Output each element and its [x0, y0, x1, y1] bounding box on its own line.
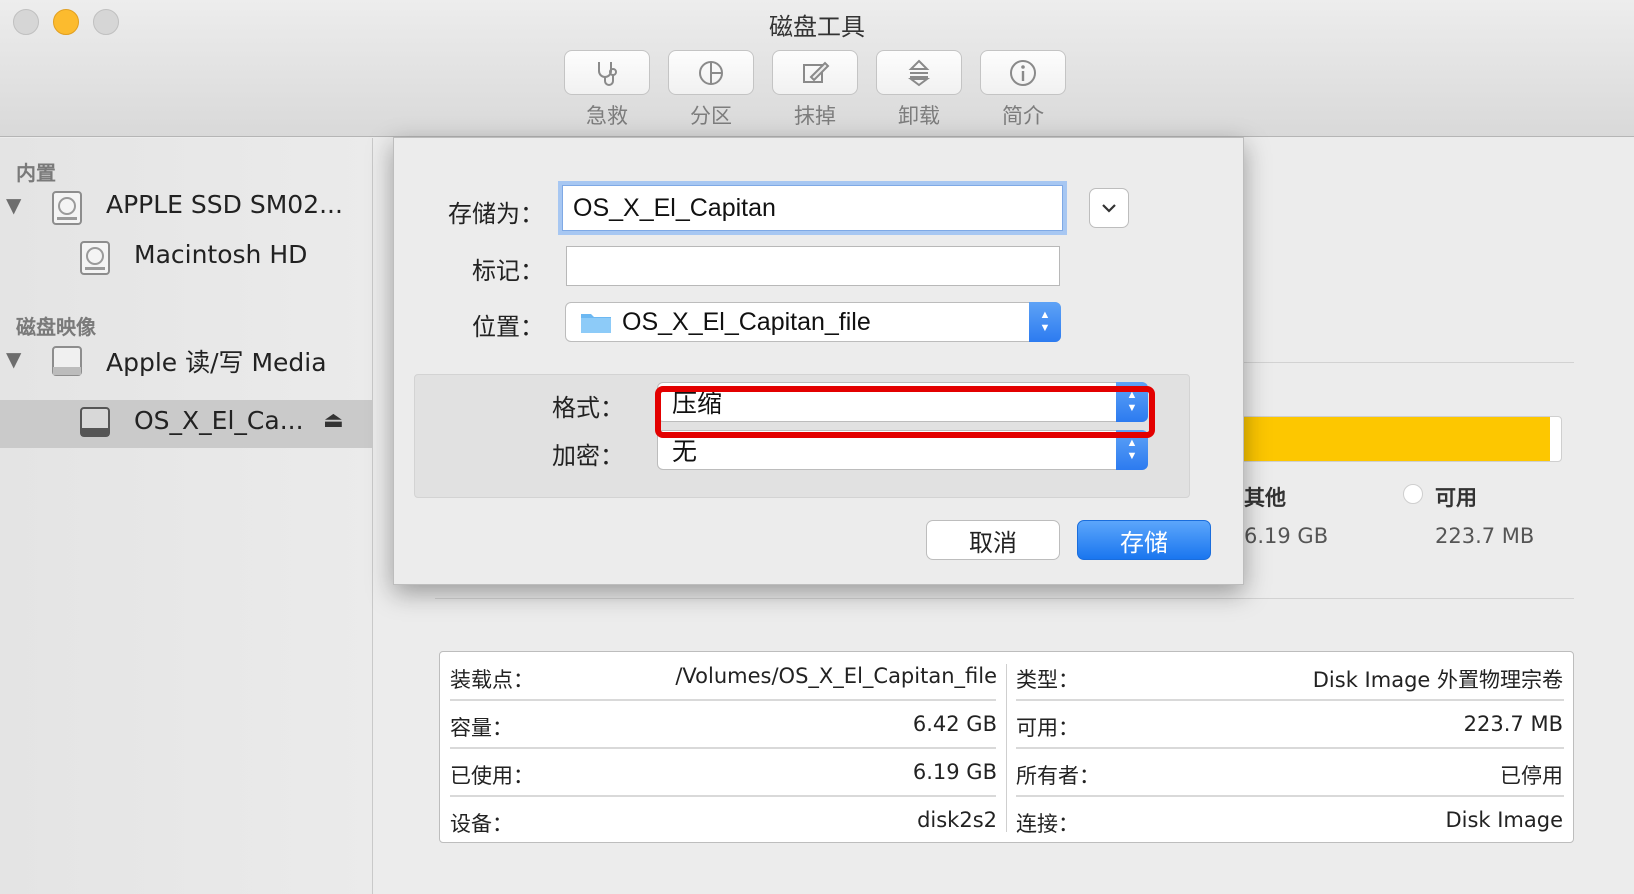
toolbar-partition[interactable]: 分区	[668, 50, 754, 130]
erase-label: 抹掉	[794, 104, 836, 128]
save-as-field[interactable]: OS_X_El_Capitan	[562, 185, 1063, 231]
erase-button[interactable]	[772, 50, 858, 95]
table-row: 已使用： 6.19 GB 所有者： 已停用	[440, 748, 1573, 796]
toolbar-info[interactable]: 简介	[980, 50, 1066, 130]
legend-other-value: 6.19 GB	[1244, 524, 1329, 548]
section-internal: 内置	[16, 161, 56, 185]
usage-bar-fill-other	[1241, 417, 1550, 461]
save-image-sheet: 存储为： OS_X_El_Capitan 标记： 位置： OS_X_El_Cap…	[393, 137, 1244, 585]
format-label: 格式：	[552, 394, 624, 422]
legend-available-value: 223.7 MB	[1435, 524, 1535, 548]
location-stepper[interactable]: ▲ ▼	[1029, 302, 1061, 342]
sidebar-item-macintosh-hd[interactable]: Macintosh HD	[134, 240, 307, 269]
section-disk-images: 磁盘映像	[16, 315, 96, 339]
sidebar-item-internal-disk[interactable]: APPLE SSD SM02...	[106, 190, 343, 219]
toolbar-unmount[interactable]: 卸载	[876, 50, 962, 130]
info-key: 已使用：	[450, 764, 534, 788]
unmount-icon	[908, 59, 930, 86]
unmount-button[interactable]	[876, 50, 962, 95]
disclosure-triangle-icon[interactable]: ▼	[6, 347, 21, 371]
expand-dialog-button[interactable]	[1089, 188, 1129, 228]
info-key: 装载点：	[450, 668, 534, 692]
usage-bar	[1240, 416, 1562, 462]
partition-label: 分区	[690, 104, 732, 128]
info-button[interactable]	[980, 50, 1066, 95]
info-value: disk2s2	[917, 808, 997, 832]
image-volume-icon	[80, 407, 110, 437]
info-value: 已停用	[1500, 764, 1563, 788]
table-row: 设备： disk2s2 连接： Disk Image	[440, 796, 1573, 844]
tags-label: 标记：	[472, 257, 544, 285]
info-icon	[1010, 59, 1036, 86]
format-highlight-annotation	[655, 386, 1155, 438]
location-popup[interactable]: OS_X_El_Capitan_file ▲ ▼	[565, 302, 1061, 342]
volume-disk-icon	[80, 241, 110, 275]
info-key: 类型：	[1016, 668, 1079, 692]
toolbar-erase[interactable]: 抹掉	[772, 50, 858, 130]
disk-image-icon	[52, 346, 82, 376]
unmount-label: 卸载	[898, 104, 940, 128]
first-aid-button[interactable]	[564, 50, 650, 95]
internal-disk-icon	[52, 191, 82, 225]
info-value: 6.42 GB	[912, 712, 997, 736]
info-key: 连接：	[1016, 812, 1079, 836]
encryption-label: 加密：	[552, 442, 624, 470]
divider-bottom	[435, 598, 1574, 599]
save-button[interactable]: 存储	[1077, 520, 1211, 560]
info-value: 223.7 MB	[1463, 712, 1563, 736]
table-row: 容量： 6.42 GB 可用： 223.7 MB	[440, 700, 1573, 748]
info-key: 所有者：	[1016, 764, 1100, 788]
info-value: Disk Image 外置物理宗卷	[1312, 668, 1563, 692]
window-title: 磁盘工具	[769, 13, 865, 41]
stethoscope-icon	[598, 61, 617, 86]
divider-top	[1240, 362, 1574, 363]
partition-button[interactable]	[668, 50, 754, 95]
info-label: 简介	[1002, 104, 1044, 128]
title-bar: 磁盘工具 急救 分区 抹掉 卸载 简介	[0, 0, 1634, 137]
info-value: Disk Image	[1445, 808, 1563, 832]
location-label: 位置：	[472, 313, 544, 341]
info-key: 可用：	[1016, 716, 1079, 740]
toolbar-first-aid[interactable]: 急救	[564, 50, 650, 130]
info-value: /Volumes/OS_X_El_Capitan_file	[675, 664, 997, 688]
info-key: 容量：	[450, 716, 513, 740]
chevron-down-icon	[1102, 204, 1116, 213]
disclosure-triangle-icon[interactable]: ▼	[6, 193, 21, 217]
table-row: 装载点： /Volumes/OS_X_El_Capitan_file 类型： D…	[440, 652, 1573, 700]
pie-partition-icon	[699, 60, 723, 85]
save-as-label: 存储为：	[448, 200, 544, 228]
folder-icon	[581, 314, 611, 333]
info-value: 6.19 GB	[912, 760, 997, 784]
eject-icon[interactable]: ⏏	[323, 408, 344, 433]
legend-other-label: 其他	[1244, 486, 1286, 510]
info-key: 设备：	[450, 812, 513, 836]
sidebar-item-image-volume[interactable]: OS_X_El_Ca...	[134, 406, 304, 435]
sidebar: 内置 ▼ APPLE SSD SM02... Macintosh HD 磁盘映像…	[0, 138, 373, 894]
sidebar-item-image-disk[interactable]: Apple 读/写 Media	[106, 343, 327, 379]
location-value: OS_X_El_Capitan_file	[622, 307, 871, 336]
tags-field[interactable]	[566, 246, 1060, 286]
legend-available-label: 可用	[1435, 486, 1477, 510]
cancel-button[interactable]: 取消	[926, 520, 1060, 560]
erase-icon	[803, 61, 830, 83]
first-aid-label: 急救	[586, 104, 628, 128]
info-table: 装载点： /Volumes/OS_X_El_Capitan_file 类型： D…	[439, 651, 1574, 843]
legend-available-dot	[1403, 484, 1423, 504]
